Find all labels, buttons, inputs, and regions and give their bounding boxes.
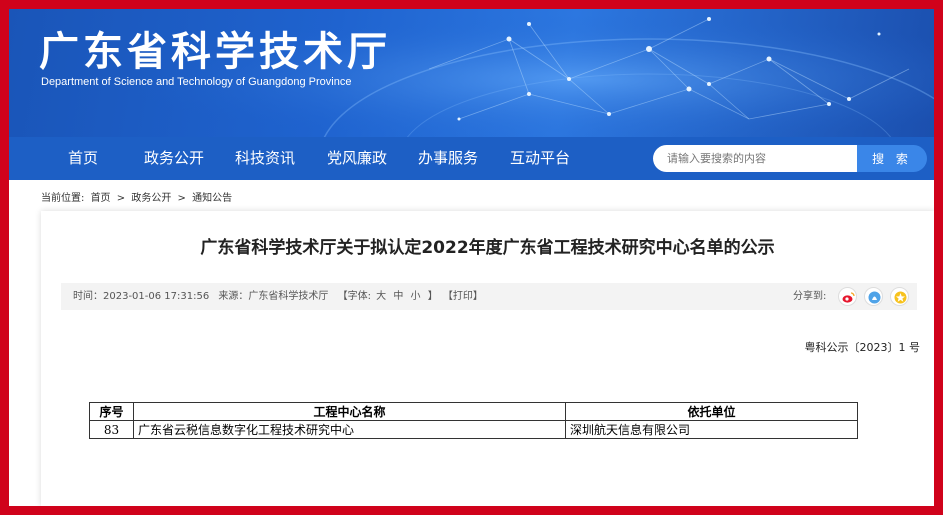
font-size-medium[interactable]: 中	[393, 291, 403, 302]
search-input[interactable]	[653, 145, 857, 172]
page-frame: 广东省科学技术厅 Department of Science and Techn…	[9, 9, 934, 506]
table-header-row: 序号 工程中心名称 依托单位	[89, 402, 858, 421]
site-banner: 广东省科学技术厅 Department of Science and Techn…	[9, 9, 934, 137]
nav-item-government-affairs[interactable]: 政务公开	[144, 137, 204, 180]
font-size-small[interactable]: 小	[411, 291, 421, 302]
breadcrumb-separator: >	[177, 193, 186, 204]
nav-item-services[interactable]: 办事服务	[418, 137, 478, 180]
font-size-label: 【字体:	[337, 291, 371, 302]
font-size-large[interactable]: 大	[376, 291, 386, 302]
breadcrumb-separator: >	[116, 193, 126, 204]
article-title: 广东省科学技术厅关于拟认定2022年度广东省工程技术研究中心名单的公示	[200, 238, 775, 258]
font-size-close: 】	[427, 291, 438, 302]
qzone-icon[interactable]	[890, 287, 909, 306]
breadcrumb-label: 当前位置:	[41, 193, 85, 204]
nav-item-tech-news[interactable]: 科技资讯	[235, 137, 295, 180]
nav-item-interaction[interactable]: 互动平台	[510, 137, 570, 180]
breadcrumb-notices[interactable]: 通知公告	[192, 193, 232, 204]
qq-icon[interactable]	[864, 287, 883, 306]
column-header-center-name: 工程中心名称	[133, 402, 566, 421]
weibo-icon[interactable]	[838, 287, 857, 306]
print-link[interactable]: 【打印】	[443, 291, 483, 302]
article-meta-bar: 时间：2023-01-06 17:31:56 来源：广东省科学技术厅 【字体: …	[61, 283, 917, 310]
article-container: 广东省科学技术厅关于拟认定2022年度广东省工程技术研究中心名单的公示 时间：2…	[41, 211, 934, 506]
search-button[interactable]: 搜 索	[857, 145, 927, 172]
breadcrumb-government-affairs[interactable]: 政务公开	[131, 193, 171, 204]
publish-time: 时间：2023-01-06 17:31:56	[73, 291, 210, 302]
table-row: 83 广东省云税信息数字化工程技术研究中心 深圳航天信息有限公司	[89, 420, 858, 439]
article-source: 来源：广东省科学技术厅	[218, 291, 329, 302]
nav-item-home[interactable]: 首页	[68, 137, 98, 180]
site-subtitle: Department of Science and Technology of …	[41, 76, 352, 88]
breadcrumb-home[interactable]: 首页	[91, 193, 111, 204]
cell-center-name: 广东省云税信息数字化工程技术研究中心	[133, 420, 566, 439]
share-label: 分享到:	[793, 291, 827, 302]
site-title: 广东省科学技术厅	[39, 29, 391, 75]
cell-host-unit: 深圳航天信息有限公司	[565, 420, 858, 439]
column-header-number: 序号	[89, 402, 134, 421]
main-nav: 首页 政务公开 科技资讯 党风廉政 办事服务 互动平台 搜 索	[9, 137, 934, 180]
centers-table: 序号 工程中心名称 依托单位 83 广东省云税信息数字化工程技术研究中心 深圳航…	[89, 402, 858, 439]
breadcrumb: 当前位置: 首页 > 政务公开 > 通知公告	[41, 189, 235, 204]
column-header-host-unit: 依托单位	[565, 402, 858, 421]
nav-item-integrity[interactable]: 党风廉政	[327, 137, 387, 180]
document-number: 粤科公示〔2023〕1 号	[804, 341, 921, 354]
article-meta: 时间：2023-01-06 17:31:56 来源：广东省科学技术厅 【字体: …	[73, 283, 487, 310]
cell-number: 83	[89, 420, 134, 439]
